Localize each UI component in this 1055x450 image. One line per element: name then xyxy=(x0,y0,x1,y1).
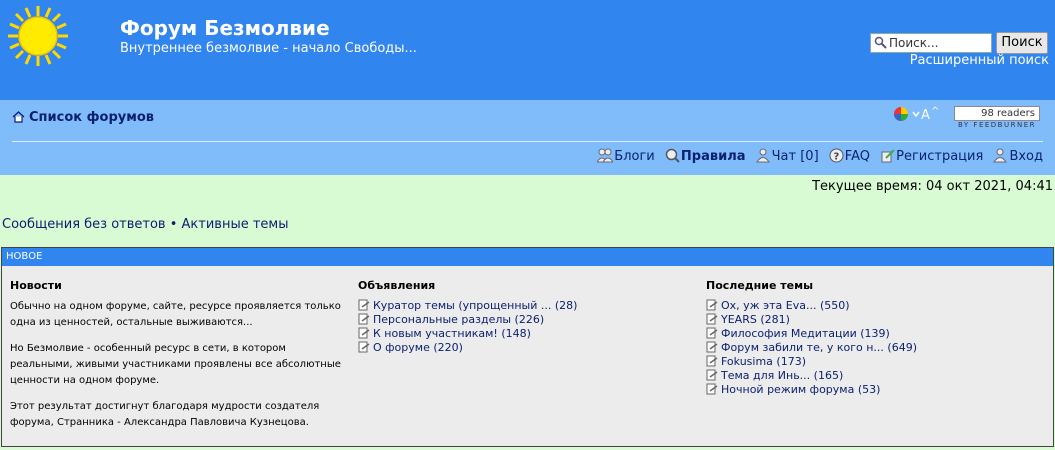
topic-label: Форум забили те, у кого н... (649) xyxy=(721,341,917,354)
search-input[interactable]: Поиск... xyxy=(870,33,992,53)
rules-icon xyxy=(665,148,680,163)
topic-icon xyxy=(706,327,718,339)
svg-text:?: ? xyxy=(833,152,839,163)
search-placeholder: Поиск... xyxy=(889,36,939,50)
topic-label: Ох, уж эта Eva... (550) xyxy=(721,299,850,312)
latest-topics-column: Последние темы Ох, уж эта Eva... (550) Y… xyxy=(706,279,1051,397)
login-icon xyxy=(993,148,1008,163)
current-time: Текущее время: 04 окт 2021, 04:41 xyxy=(812,179,1053,194)
rules-label: Правила xyxy=(680,149,746,164)
blogs-label: Блоги xyxy=(614,149,655,164)
news-paragraph: Обычно на одном форуме, сайте, ресурсе п… xyxy=(10,301,341,328)
faq-label: FAQ xyxy=(844,149,870,164)
topic-label: Fokusima (173) xyxy=(721,355,806,368)
topic-icon xyxy=(358,299,370,311)
site-description: Внутреннее безмолвие - начало Свободы... xyxy=(120,41,417,56)
latest-topics-heading: Последние темы xyxy=(706,279,814,292)
topic-icon xyxy=(358,313,370,325)
topic-item[interactable]: Fokusima (173) xyxy=(706,355,1051,369)
news-paragraph: Этот результат достигнут благодаря мудро… xyxy=(10,401,320,428)
topic-item[interactable]: Философия Медитации (139) xyxy=(706,327,1051,341)
news-heading: Новости xyxy=(10,279,62,292)
feed-by-label: BY FEEDBURNER xyxy=(958,121,1036,129)
announcement-label: О форуме (220) xyxy=(373,341,463,354)
announcement-label: Персональные разделы (226) xyxy=(373,313,545,326)
panel-title: НОВОЕ xyxy=(2,248,1053,266)
feedburner-badge[interactable]: 98 readers BY FEEDBURNER xyxy=(950,105,1044,131)
topic-label: Ночной режим форума (53) xyxy=(721,383,881,396)
faq-link[interactable]: ? FAQ xyxy=(829,148,870,164)
announcement-item[interactable]: Персональные разделы (226) xyxy=(358,313,698,327)
topic-label: Философия Медитации (139) xyxy=(721,327,890,340)
register-link[interactable]: Регистрация xyxy=(880,148,983,164)
topic-item[interactable]: YEARS (281) xyxy=(706,313,1051,327)
news-column: Новости Обычно на одном форуме, сайте, р… xyxy=(10,279,350,441)
topic-item[interactable]: Тема для Инь... (165) xyxy=(706,369,1051,383)
login-label: Вход xyxy=(1009,149,1043,164)
register-label: Регистрация xyxy=(896,149,984,164)
topic-icon xyxy=(358,327,370,339)
chat-label: Чат [0] xyxy=(771,149,819,164)
active-topics-link[interactable]: Активные темы xyxy=(182,217,289,232)
blogs-link[interactable]: Блоги xyxy=(596,148,655,164)
announcement-label: К новым участникам! (148) xyxy=(373,327,531,340)
search-icon xyxy=(874,36,887,49)
topic-label: Тема для Инь... (165) xyxy=(721,369,844,382)
announcement-item[interactable]: О форуме (220) xyxy=(358,341,698,355)
topic-item[interactable]: Ночной режим форума (53) xyxy=(706,383,1051,397)
site-header: Форум Безмолвие Внутреннее безмолвие - н… xyxy=(0,0,1055,100)
announcement-label: Куратор темы (упрощенный ... (28) xyxy=(373,299,578,312)
quick-links: Сообщения без ответов • Активные темы xyxy=(2,217,289,232)
rules-link[interactable]: Правила xyxy=(665,148,746,164)
home-icon xyxy=(12,111,25,123)
style-switcher-icon[interactable]: A ^ xyxy=(893,105,945,127)
login-link[interactable]: Вход xyxy=(993,148,1043,164)
svg-text:A: A xyxy=(921,108,930,123)
announcements-heading: Объявления xyxy=(358,279,436,292)
unanswered-posts-link[interactable]: Сообщения без ответов xyxy=(2,217,166,232)
topic-icon xyxy=(706,369,718,381)
nav-links: Блоги Правила Чат [0] ? FAQ Регистрация В… xyxy=(591,148,1043,164)
new-panel: НОВОЕ Новости Обычно на одном форуме, са… xyxy=(1,247,1054,447)
advanced-search-link[interactable]: Расширенный поиск xyxy=(910,53,1049,68)
topic-icon xyxy=(706,341,718,353)
announcement-item[interactable]: К новым участникам! (148) xyxy=(358,327,698,341)
users-icon xyxy=(596,148,615,163)
forum-index-label: Список форумов xyxy=(29,110,155,125)
announcements-column: Объявления Куратор темы (упрощенный ... … xyxy=(358,279,698,355)
topic-item[interactable]: Форум забили те, у кого н... (649) xyxy=(706,341,1051,355)
link-separator: • xyxy=(165,217,182,232)
topic-icon xyxy=(358,341,370,353)
search-button[interactable]: Поиск xyxy=(996,32,1048,54)
chat-link[interactable]: Чат [0] xyxy=(755,148,819,164)
svg-text:^: ^ xyxy=(931,106,939,117)
forum-index-link[interactable]: Список форумов xyxy=(12,110,154,125)
feed-reader-count: 98 readers xyxy=(954,106,1040,121)
chat-user-icon xyxy=(755,148,770,163)
register-icon xyxy=(881,149,895,163)
site-title[interactable]: Форум Безмолвие xyxy=(120,16,330,40)
faq-icon: ? xyxy=(829,148,844,163)
topic-label: YEARS (281) xyxy=(721,313,790,326)
topic-icon xyxy=(706,299,718,311)
news-paragraph: Но Безмолвие - особенный ресурс в сети, … xyxy=(10,343,341,386)
nav-divider xyxy=(12,141,1043,142)
topic-icon xyxy=(706,383,718,395)
navbar: Список форумов A ^ 98 readers BY FEEDBUR… xyxy=(0,100,1055,175)
announcement-item[interactable]: Куратор темы (упрощенный ... (28) xyxy=(358,299,698,313)
topic-icon xyxy=(706,313,718,325)
topic-item[interactable]: Ох, уж эта Eva... (550) xyxy=(706,299,1051,313)
sun-logo-icon[interactable] xyxy=(6,4,70,68)
topic-icon xyxy=(706,355,718,367)
